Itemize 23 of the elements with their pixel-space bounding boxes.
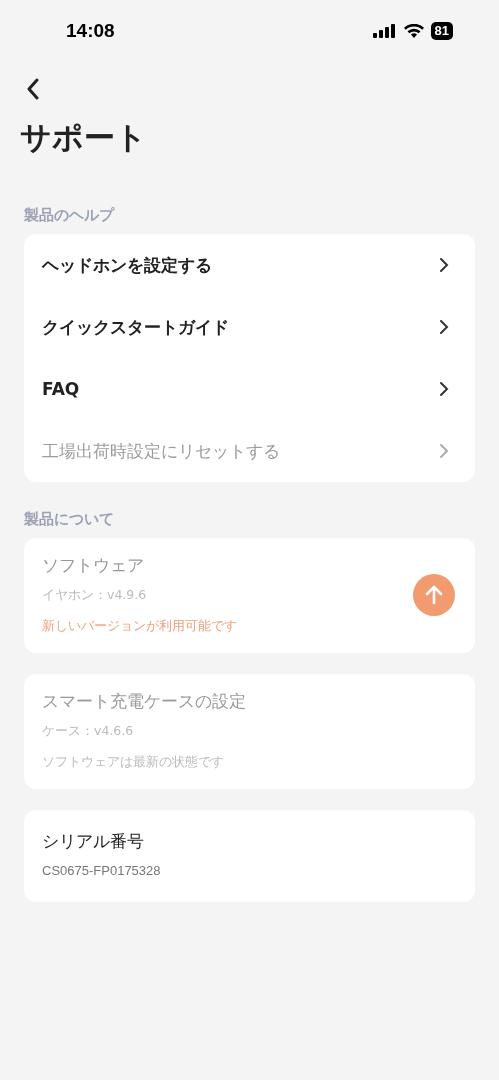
wifi-icon: [403, 24, 424, 38]
section-label: 製品のヘルプ: [24, 206, 116, 225]
card-title: シリアル番号: [42, 830, 145, 853]
help-item[interactable]: クイックスタートガイド: [24, 296, 475, 358]
section-label: 製品について: [24, 510, 115, 529]
chevron-right-icon: [439, 443, 449, 459]
arrow-up-icon: [425, 584, 443, 605]
page-title: サポート: [20, 118, 148, 157]
battery-level: 81: [430, 22, 453, 40]
help-item[interactable]: ヘッドホンを設定する: [24, 234, 475, 296]
signal-icon: [372, 24, 397, 38]
help-item[interactable]: FAQ: [24, 358, 475, 420]
update-status: ソフトウェアは最新の状態です: [42, 754, 225, 771]
version-text: イヤホン：v4.9.6: [42, 587, 148, 604]
chevron-left-icon: [26, 78, 40, 100]
chevron-right-icon: [439, 319, 449, 335]
serial-number: CS0675-FP0175328: [42, 863, 162, 878]
card-title: スマート充電ケースの設定: [42, 690, 246, 713]
chevron-right-icon: [439, 381, 449, 397]
status-time: 14:08: [66, 20, 115, 42]
chevron-right-icon: [439, 257, 449, 273]
update-status: 新しいバージョンが利用可能です: [42, 618, 237, 635]
card-title: ソフトウェア: [42, 554, 145, 577]
